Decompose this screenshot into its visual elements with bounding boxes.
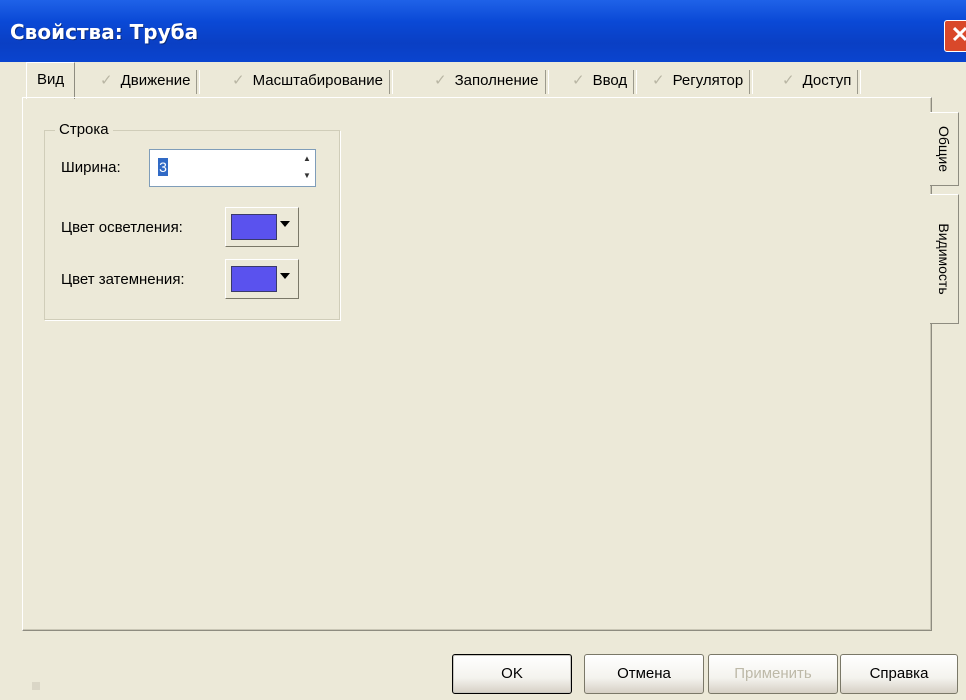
chevron-down-icon	[280, 221, 290, 227]
tab-check-icon: ✓	[232, 72, 245, 89]
spin-up-icon[interactable]: ▲	[299, 150, 315, 167]
close-button[interactable]: ✕	[944, 20, 966, 52]
tab-separator	[544, 70, 549, 94]
tab-zapolnenie[interactable]: ✓ Заполнение	[434, 66, 549, 96]
tab-masshtabirovanie[interactable]: ✓ Масштабирование	[232, 66, 393, 96]
title-bar: Свойства: Труба ✕	[0, 0, 966, 62]
button-bar: OK Отмена Применить Справка	[0, 642, 966, 700]
tab-strip: Вид ✓ Движение ✓ Масштабирование ✓ Заполнен…	[26, 62, 906, 99]
light-color-label: Цвет осветления:	[61, 219, 183, 236]
resize-grip-icon	[32, 682, 40, 690]
dark-color-picker[interactable]	[225, 259, 299, 299]
cancel-button[interactable]: Отмена	[584, 654, 704, 694]
light-color-swatch	[231, 214, 277, 240]
group-caption: Строка	[55, 121, 113, 138]
ok-button[interactable]: OK	[452, 654, 572, 694]
tab-separator	[196, 70, 201, 94]
tab-check-icon: ✓	[652, 72, 665, 89]
tab-separator	[633, 70, 638, 94]
tab-check-icon: ✓	[572, 72, 585, 89]
tab-check-icon: ✓	[100, 72, 113, 89]
chevron-down-icon	[280, 273, 290, 279]
tab-vvod[interactable]: ✓ Ввод	[572, 66, 638, 96]
tab-separator	[749, 70, 754, 94]
tab-check-icon: ✓	[434, 72, 447, 89]
tab-label: Вид	[37, 71, 65, 88]
tab-dvizhenie[interactable]: ✓ Движение	[100, 66, 201, 96]
spin-buttons: ▲ ▼	[299, 150, 315, 186]
tab-vid[interactable]: Вид	[26, 62, 76, 99]
spin-down-icon[interactable]: ▼	[299, 167, 315, 184]
width-spinner[interactable]: 3 ▲ ▼	[149, 149, 316, 187]
tab-label: Заполнение	[454, 72, 539, 89]
line-groupbox: Строка Ширина: 3 ▲ ▼ Цвет осветления: Цв…	[44, 121, 340, 320]
tab-label: Доступ	[802, 72, 852, 89]
tab-regulyator[interactable]: ✓ Регулятор	[652, 66, 754, 96]
width-label: Ширина:	[61, 159, 121, 176]
tab-dostup[interactable]: ✓ Доступ	[782, 66, 862, 96]
tab-label: Масштабирование	[252, 72, 383, 89]
tab-check-icon: ✓	[782, 72, 795, 89]
side-tab-vidimost[interactable]: Видимость	[930, 194, 959, 324]
side-tab-strip: Общие Видимость	[930, 112, 960, 632]
tab-separator	[857, 70, 862, 94]
apply-button[interactable]: Применить	[708, 654, 838, 694]
tab-label: Движение	[120, 72, 191, 89]
width-value[interactable]: 3	[158, 158, 168, 176]
dark-color-swatch	[231, 266, 277, 292]
tab-separator	[388, 70, 393, 94]
side-tab-obshchie[interactable]: Общие	[930, 112, 959, 186]
help-button[interactable]: Справка	[840, 654, 958, 694]
side-tab-label: Общие	[936, 125, 952, 173]
tab-label: Ввод	[592, 72, 628, 89]
side-tab-label: Видимость	[936, 223, 952, 295]
window-title: Свойства: Труба	[10, 20, 199, 44]
tab-label: Регулятор	[672, 72, 744, 89]
light-color-picker[interactable]	[225, 207, 299, 247]
dark-color-label: Цвет затемнения:	[61, 271, 185, 288]
